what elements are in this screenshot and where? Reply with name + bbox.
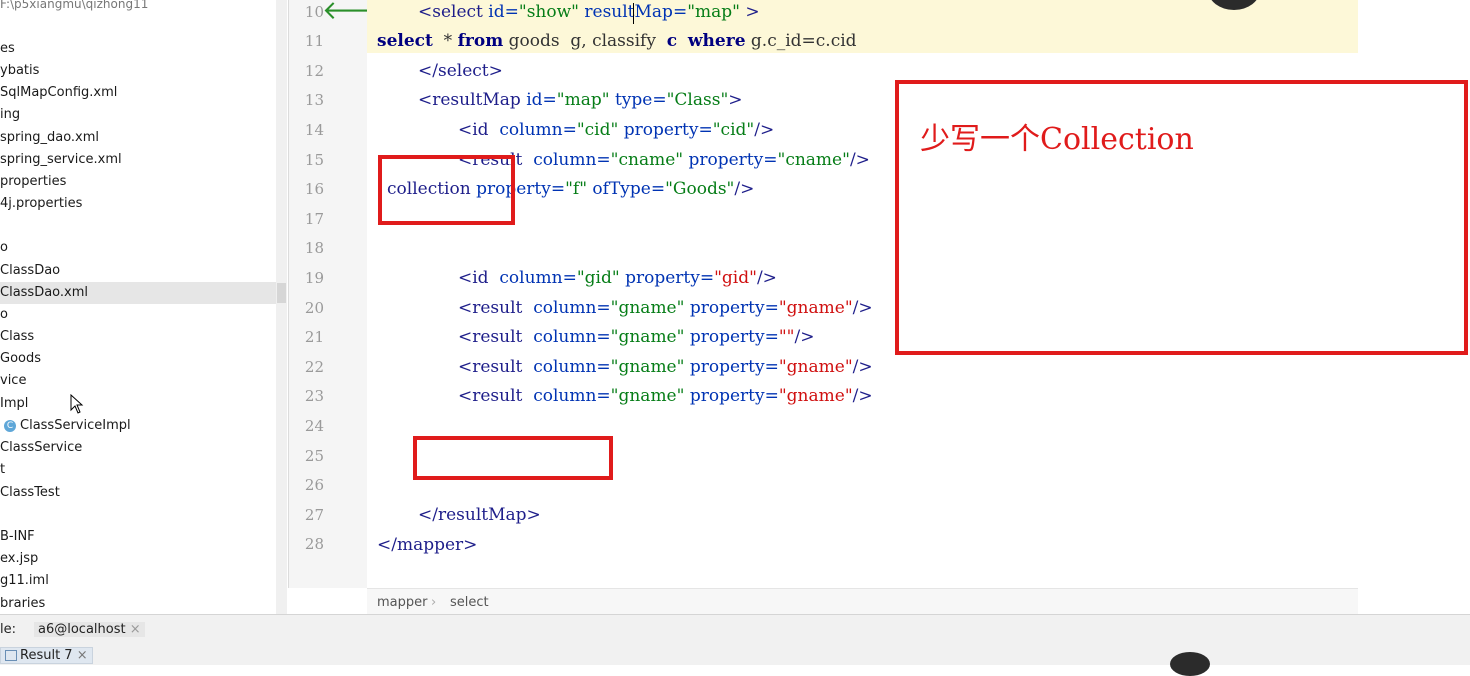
annotation-box-note-overlay [895,80,1468,355]
tree-item[interactable]: 4j.properties [0,193,82,215]
line-number: 18 [304,239,324,257]
tree-scrollbar[interactable] [276,0,287,614]
code-line-27: </resultMap> [418,505,541,525]
line-number: 14 [304,121,324,139]
line-number: 28 [304,535,324,553]
webcam-overlay-bottom [1170,652,1210,676]
tree-item[interactable]: t [0,459,5,481]
mouse-cursor-icon [70,394,84,414]
tree-item[interactable]: properties [0,171,66,193]
annotation-box-collection [378,155,515,225]
line-number: 22 [304,358,324,376]
tree-item[interactable]: Goods [0,348,41,370]
connection-tab[interactable]: a6@localhost × [34,622,145,637]
tree-item[interactable]: ClassDao [0,260,60,282]
code-line-28: </mapper> [377,535,478,555]
tree-scrollbar-thumb[interactable] [277,283,286,303]
tree-item[interactable]: ex.jsp [0,548,38,570]
line-number: 21 [304,328,324,346]
console-label: le: [0,622,16,637]
editor-gutter [288,0,367,588]
result-tab[interactable]: Result 7 × [0,647,93,664]
project-path: F:\p5xiangmu\qizhong11 [0,0,149,11]
code-line-19: <id column="gid" property="gid"/> [458,268,777,288]
line-number: 12 [304,62,324,80]
code-line-15: <result column="cname" property="cname"/… [458,150,870,170]
line-number: 26 [304,476,324,494]
line-number: 19 [304,269,324,287]
code-line-14: <id column="cid" property="cid"/> [458,120,775,140]
text-cursor [633,3,634,24]
tree-item[interactable]: Class [0,326,34,348]
line-number: 27 [304,506,324,524]
tree-item[interactable]: spring_service.xml [0,149,122,171]
breadcrumb-select[interactable]: select [450,595,489,610]
tree-item[interactable]: C ClassServiceImpl [4,415,131,437]
bottom-panel: le: a6@localhost × Result 7 × [0,614,1470,665]
code-line-22: <result column="gname" property="gname"/… [458,357,873,377]
annotation-box-empty [413,436,613,480]
tree-item[interactable]: ybatis [0,60,39,82]
code-line-10: <select id="show" resultMap="map" > [418,2,760,22]
breadcrumb-separator: › [431,595,437,610]
line-number: 25 [304,447,324,465]
tree-item[interactable]: ing [0,104,20,126]
code-line-13: <resultMap id="map" type="Class"> [418,90,743,110]
code-line-20: <result column="gname" property="gname"/… [458,298,873,318]
line-number: 16 [304,180,324,198]
line-number: 17 [304,210,324,228]
table-icon [5,650,17,661]
line-number: 15 [304,151,324,169]
tree-item[interactable]: o [0,304,8,326]
tree-item[interactable]: ClassTest [0,482,60,504]
project-tree: F:\p5xiangmu\qizhong11 es ybatis SqlMapC… [0,0,287,614]
breadcrumb-mapper[interactable]: mapper [377,595,427,610]
breadcrumb: mapper › select [367,588,1358,615]
line-number: 20 [304,299,324,317]
tree-item[interactable]: vice [0,370,26,392]
code-line-23: <result column="gname" property="gname"/… [458,386,873,406]
tree-item[interactable]: braries [0,593,45,614]
tree-item[interactable]: o [0,237,8,259]
close-icon[interactable]: × [130,622,141,637]
line-number: 23 [304,387,324,405]
line-number: 24 [304,417,324,435]
line-number: 11 [304,32,324,50]
line-number: 10 [304,3,324,21]
line-number: 13 [304,91,324,109]
tree-item[interactable]: ClassService [0,437,82,459]
class-icon: C [4,419,16,432]
code-line-12: </select> [418,61,503,81]
tree-item[interactable]: g11.iml [0,570,49,592]
tree-item[interactable]: SqlMapConfig.xml [0,82,117,104]
tree-item-selected[interactable]: ClassDao.xml [0,282,287,304]
code-line-11: select * from goods g, classify c where … [377,31,857,51]
tree-item[interactable]: es [0,38,15,60]
tree-item[interactable]: Impl [0,393,28,415]
tree-item[interactable]: B-INF [0,526,35,548]
close-icon[interactable]: × [77,648,88,663]
tree-item[interactable]: spring_dao.xml [0,127,99,149]
code-line-21: <result column="gname" property=""/> [458,327,815,347]
